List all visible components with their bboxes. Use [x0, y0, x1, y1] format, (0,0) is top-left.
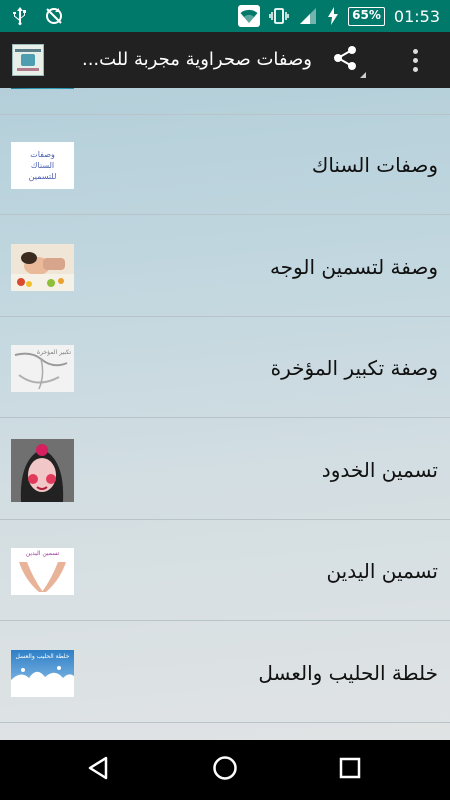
water-image-thumb	[11, 88, 74, 89]
list-item-label: وصفة لتسمين الوجه	[269, 255, 438, 279]
back-icon	[85, 755, 111, 785]
list-item-label: خلطة الحليب والعسل	[258, 661, 438, 685]
thumb-text: للتسمين	[28, 172, 57, 181]
thumb-text: السناك	[30, 161, 55, 170]
wifi-icon	[238, 5, 261, 27]
thumb-text: تكبير المؤخرة	[36, 349, 71, 356]
recents-button[interactable]	[330, 754, 370, 786]
face-spa-photo-thumb	[11, 244, 74, 291]
sync-off-icon	[44, 6, 64, 26]
list-item[interactable]: تسمين اليدين تسمين اليدين	[0, 521, 450, 621]
list-item-label: وصفات السناك	[311, 153, 438, 177]
dropdown-indicator-icon	[360, 72, 366, 78]
list-item[interactable]: تكبير المؤخرة وصفة تكبير المؤخرة	[0, 318, 450, 418]
navigation-bar	[0, 740, 450, 800]
list-item[interactable]: وصفات السناك للتسمين وصفات السناك	[0, 115, 450, 215]
back-button[interactable]	[78, 754, 118, 786]
home-icon	[211, 754, 239, 786]
vibrate-icon	[269, 6, 289, 26]
app-title: وصفات صحراوية مجربة للت...	[81, 49, 312, 70]
list-item[interactable]: تسمين الخدود	[0, 420, 450, 520]
list-item-label: تسمين اليدين	[326, 559, 438, 583]
thumb-text: خلطة الحليب والعسل	[15, 653, 70, 660]
hands-illustration-thumb: تسمين اليدين	[11, 548, 74, 595]
app-bar: وصفات صحراوية مجربة للت...	[0, 32, 450, 88]
share-icon	[331, 44, 359, 76]
home-button[interactable]	[205, 754, 245, 786]
status-right-icons: 65% 01:53	[238, 5, 440, 27]
milk-splash-thumb: خلطة الحليب والعسل	[11, 650, 74, 697]
body-sketch-thumb: تكبير المؤخرة	[11, 345, 74, 392]
overflow-menu-button[interactable]	[400, 42, 430, 78]
list-item[interactable]: وصفة لتسمين الوجه	[0, 217, 450, 317]
recents-icon	[338, 756, 362, 784]
thumb-text: وصفات	[30, 150, 55, 159]
list-item-label: تسمين الخدود	[321, 458, 438, 482]
recipe-list[interactable]: وصفات السناك للتسمين وصفات السناك وصفة ل…	[0, 88, 450, 740]
app-logo	[12, 44, 44, 76]
battery-level: 65%	[348, 6, 385, 26]
status-bar: 65% 01:53	[0, 0, 450, 32]
usb-icon	[10, 6, 30, 26]
clock: 01:53	[393, 6, 440, 26]
status-left-icons	[10, 6, 64, 26]
snack-text-thumb: وصفات السناك للتسمين	[11, 142, 74, 189]
cheeks-illustration-thumb	[11, 439, 74, 502]
overflow-menu-icon	[412, 48, 418, 54]
list-item[interactable]	[0, 88, 450, 115]
signal-icon	[298, 6, 318, 26]
list-item-label: وصفة تكبير المؤخرة	[270, 356, 438, 380]
charging-icon	[327, 6, 339, 26]
share-button[interactable]	[322, 40, 368, 80]
list-item[interactable]: خلطة الحليب والعسل خلطة الحليب والعسل	[0, 623, 450, 723]
